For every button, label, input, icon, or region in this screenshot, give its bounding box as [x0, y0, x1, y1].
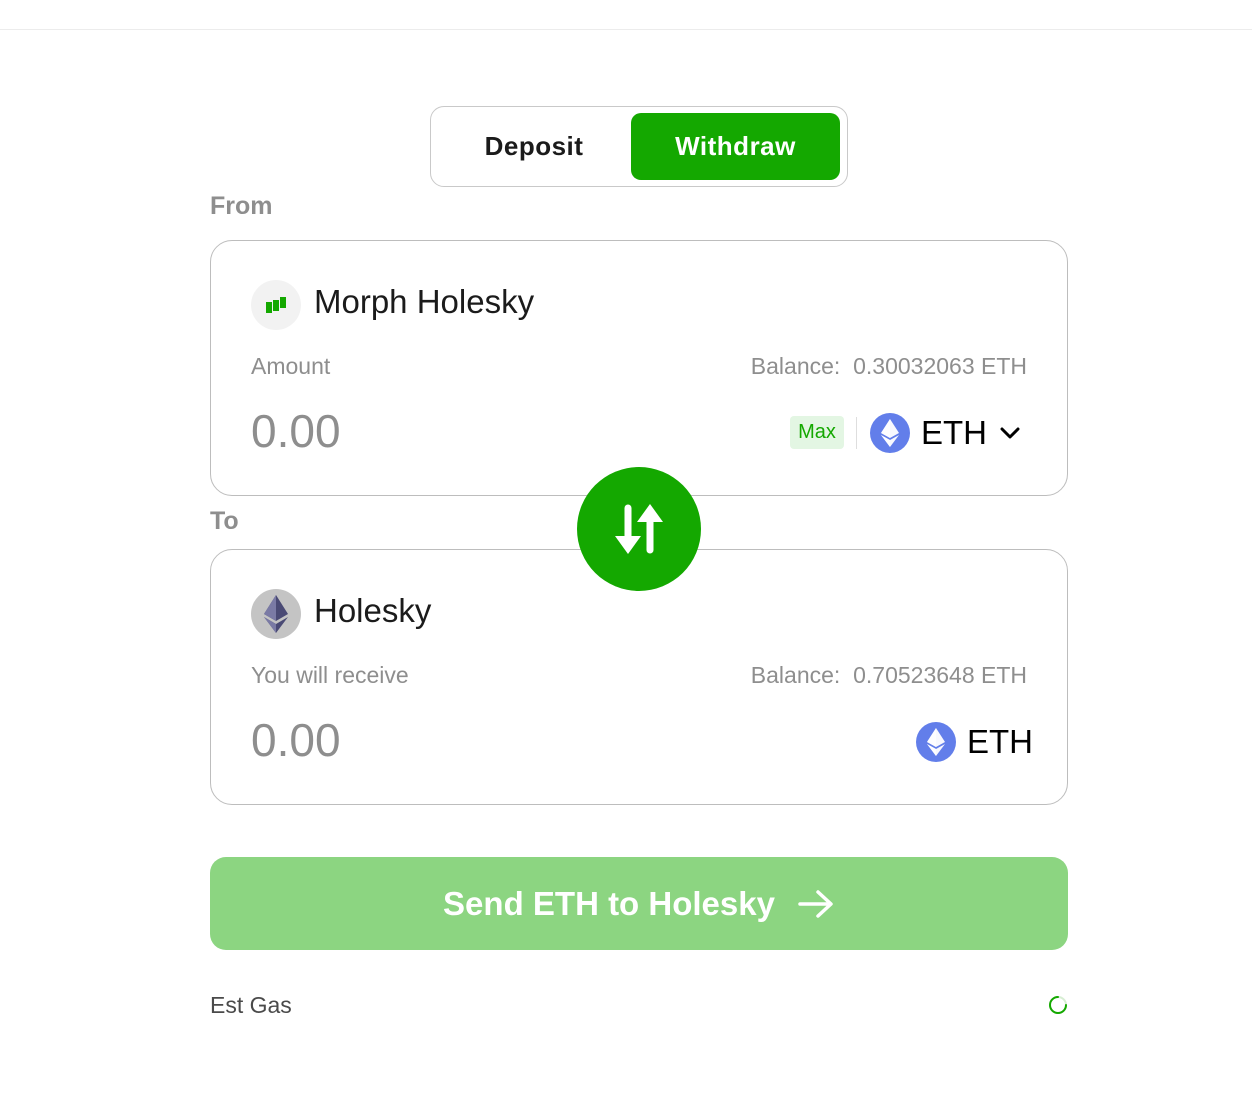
eth-icon	[870, 413, 910, 453]
token-label: ETH	[967, 723, 1033, 760]
swap-arrows-icon	[609, 498, 669, 560]
arrow-right-icon	[797, 889, 835, 919]
send-button-label: Send ETH to Holesky	[443, 884, 775, 922]
send-button[interactable]: Send ETH to Holesky	[210, 857, 1068, 950]
to-network-name: Holesky	[314, 592, 432, 629]
from-card: Morph Holesky Amount Balance: 0.30032063…	[210, 240, 1068, 496]
from-balance: Balance: 0.30032063 ETH	[751, 353, 1027, 380]
receive-amount: 0.00	[251, 714, 341, 766]
balance-prefix: Balance:	[750, 353, 841, 379]
est-gas-label: Est Gas	[210, 992, 292, 1018]
tab-deposit[interactable]: Deposit	[437, 113, 631, 180]
chevron-down-icon	[999, 426, 1021, 440]
loading-spinner-icon	[1048, 995, 1068, 1015]
max-button[interactable]: Max	[790, 416, 844, 449]
deposit-withdraw-toggle: Deposit Withdraw	[430, 106, 848, 187]
swap-direction-button[interactable]	[577, 467, 701, 591]
token-label: ETH	[921, 414, 987, 451]
eth-icon	[916, 722, 956, 762]
to-balance: Balance: 0.70523648 ETH	[751, 662, 1027, 689]
balance-prefix: Balance:	[750, 662, 841, 688]
from-network-name[interactable]: Morph Holesky	[314, 283, 534, 321]
top-bar	[0, 0, 1252, 30]
balance-value: 0.30032063 ETH	[853, 353, 1027, 379]
token-selector[interactable]: ETH	[870, 412, 1021, 454]
receive-token: ETH	[916, 721, 1033, 763]
ethereum-network-icon	[251, 589, 301, 639]
amount-input[interactable]	[251, 404, 671, 458]
to-section-label: To	[210, 507, 239, 535]
amount-label: Amount	[251, 353, 331, 379]
balance-value: 0.70523648 ETH	[853, 662, 1027, 688]
from-section-label: From	[210, 192, 273, 220]
tab-withdraw[interactable]: Withdraw	[631, 113, 840, 180]
morph-logo-icon	[251, 280, 301, 330]
receive-label: You will receive	[251, 662, 409, 688]
divider	[856, 417, 857, 449]
